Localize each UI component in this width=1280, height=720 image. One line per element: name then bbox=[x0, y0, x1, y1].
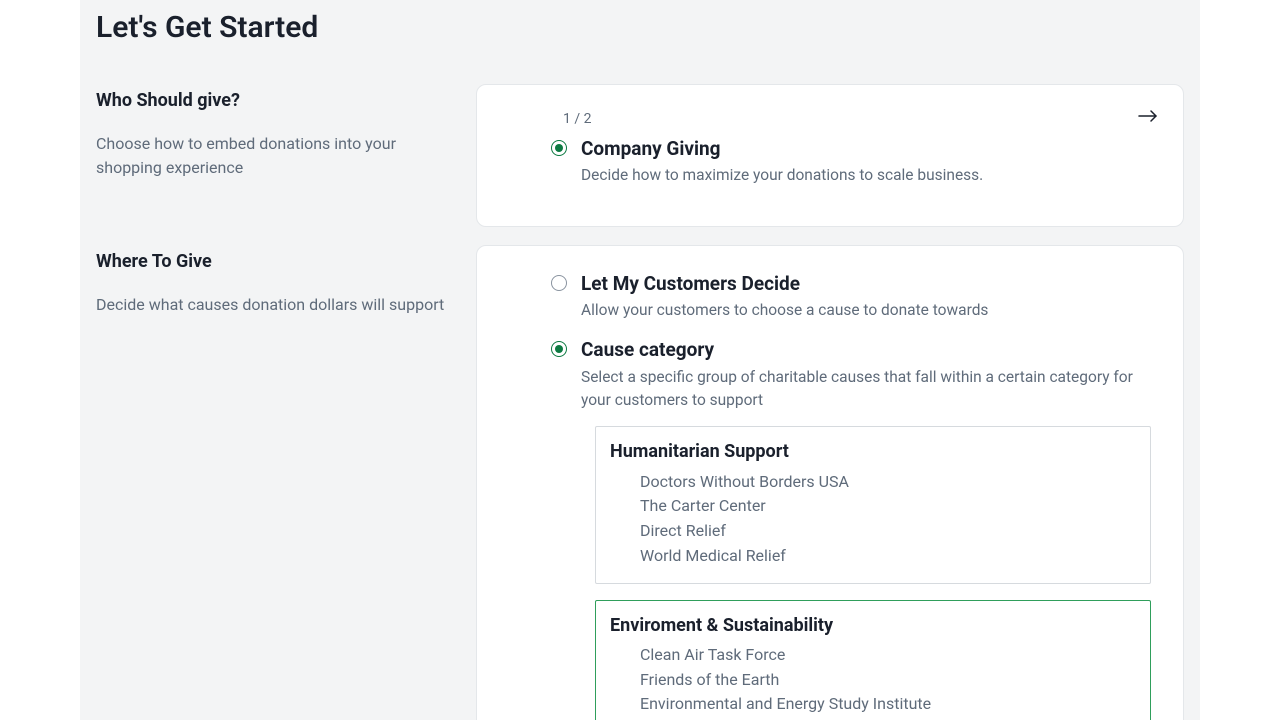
radio-cause-category[interactable] bbox=[551, 341, 567, 357]
who-desc: Choose how to embed donations into your … bbox=[96, 132, 454, 180]
category-org: Friends of the Earth bbox=[610, 668, 1136, 693]
section-where-left: Where To Give Decide what causes donatio… bbox=[96, 245, 454, 720]
category-box[interactable]: Humanitarian Support Doctors Without Bord… bbox=[595, 426, 1151, 583]
where-desc: Decide what causes donation dollars will… bbox=[96, 293, 454, 317]
section-who-left: Who Should give? Choose how to embed don… bbox=[96, 84, 454, 227]
category-org: Direct Relief bbox=[610, 519, 1136, 544]
where-heading: Where To Give bbox=[96, 249, 454, 275]
category-org: World Medical Relief bbox=[610, 544, 1136, 569]
category-org: Environmental and Energy Study Institute bbox=[610, 692, 1136, 717]
option-cause-category-text: Cause category Select a specific group o… bbox=[581, 336, 1141, 412]
page-title: Let's Get Started bbox=[96, 6, 1184, 50]
option-company-giving-sub: Decide how to maximize your donations to… bbox=[581, 164, 983, 187]
radio-customers-decide[interactable] bbox=[551, 275, 567, 291]
section-where: Where To Give Decide what causes donatio… bbox=[96, 245, 1184, 720]
category-org: Clean Air Task Force bbox=[610, 643, 1136, 668]
category-title: Enviroment & Sustainability bbox=[610, 613, 1136, 639]
category-org: The Carter Center bbox=[610, 494, 1136, 519]
where-card: Let My Customers Decide Allow your custo… bbox=[476, 245, 1184, 720]
category-org: Doctors Without Borders USA bbox=[610, 470, 1136, 495]
company-giving-card: 1 / 2 Company Giving Decide how to maxim… bbox=[476, 84, 1184, 227]
who-heading: Who Should give? bbox=[96, 88, 454, 114]
category-list[interactable]: Humanitarian Support Doctors Without Bord… bbox=[595, 426, 1153, 720]
option-customers-decide-sub: Allow your customers to choose a cause t… bbox=[581, 299, 988, 322]
pager: 1 / 2 bbox=[563, 109, 1157, 129]
option-customers-decide[interactable]: Let My Customers Decide Allow your custo… bbox=[551, 270, 1157, 323]
option-cause-category-sub: Select a specific group of charitable ca… bbox=[581, 366, 1141, 413]
option-customers-decide-title: Let My Customers Decide bbox=[581, 270, 988, 298]
section-who: Who Should give? Choose how to embed don… bbox=[96, 84, 1184, 227]
option-customers-decide-text: Let My Customers Decide Allow your custo… bbox=[581, 270, 988, 323]
option-company-giving-text: Company Giving Decide how to maximize yo… bbox=[581, 135, 983, 188]
next-arrow-icon[interactable] bbox=[1137, 105, 1159, 127]
option-cause-category-title: Cause category bbox=[581, 336, 1141, 364]
category-title: Humanitarian Support bbox=[610, 439, 1136, 465]
option-company-giving[interactable]: Company Giving Decide how to maximize yo… bbox=[551, 135, 1157, 188]
category-box[interactable]: Enviroment & Sustainability Clean Air Tas… bbox=[595, 600, 1151, 720]
option-cause-category[interactable]: Cause category Select a specific group o… bbox=[551, 336, 1157, 412]
option-company-giving-title: Company Giving bbox=[581, 135, 983, 163]
radio-company-giving[interactable] bbox=[551, 140, 567, 156]
